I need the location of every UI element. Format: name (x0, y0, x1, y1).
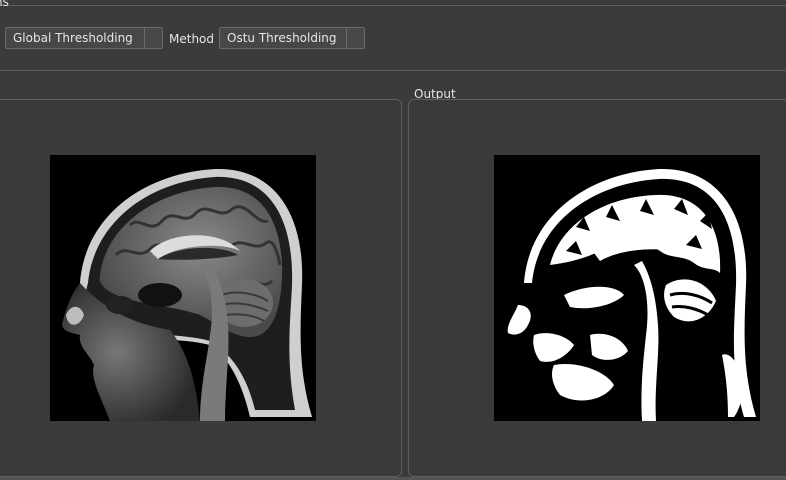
options-group-title: ns (0, 0, 9, 9)
input-mri-image (50, 155, 316, 421)
method-label: Method (169, 32, 215, 46)
method-combo[interactable]: Ostu Thresholding (219, 27, 365, 49)
output-threshold-image (494, 155, 760, 421)
input-mri-drawing (50, 155, 316, 421)
output-threshold-drawing (494, 155, 760, 421)
thresholding-type-value: Global Thresholding (13, 31, 133, 45)
chevron-down-icon[interactable] (346, 28, 364, 48)
thresholding-type-combo[interactable]: Global Thresholding (5, 27, 163, 49)
method-value: Ostu Thresholding (227, 31, 337, 45)
chevron-down-icon[interactable] (144, 28, 162, 48)
